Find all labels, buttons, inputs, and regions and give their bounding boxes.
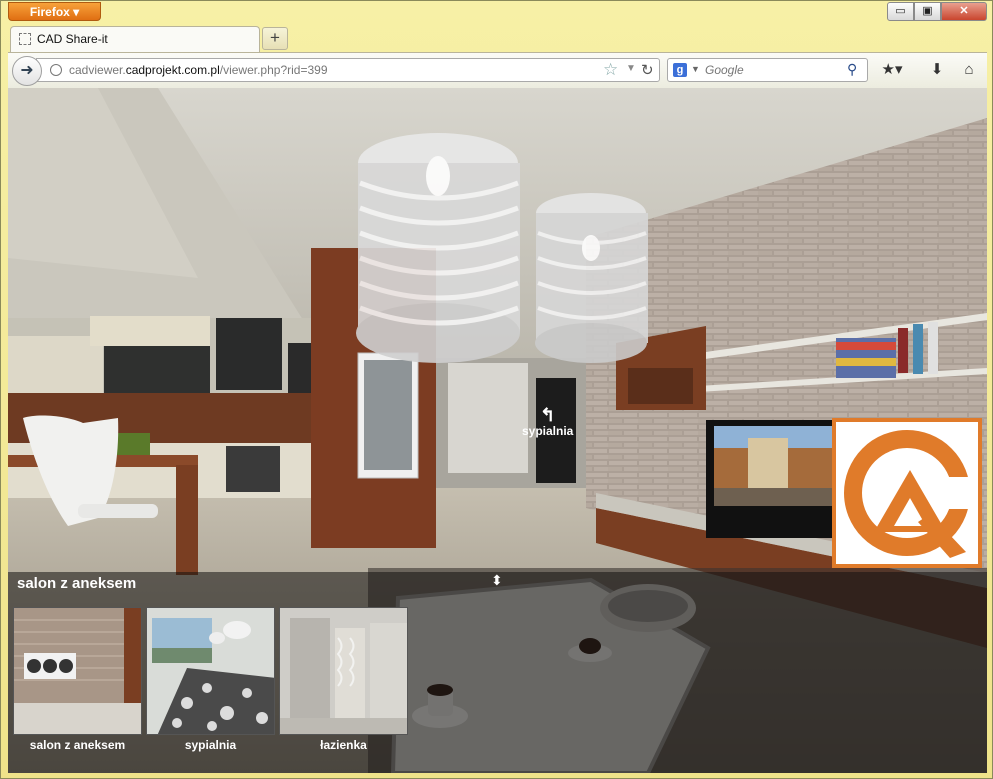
home-button[interactable]: ⌂ [958,58,980,82]
home-icon: ⌂ [964,61,974,78]
new-tab-button[interactable]: + [262,27,288,50]
navigation-toolbar: cadviewer.cadprojekt.com.pl/viewer.php?r… [8,52,987,88]
firefox-menu-button[interactable]: Firefox ▾ [8,2,101,21]
download-button[interactable]: ⬇ [926,58,948,82]
thumbnail-lazienka[interactable] [279,607,408,735]
magnifier-icon[interactable]: ⚲ [847,61,857,78]
panel-title: salon z aneksem [17,575,137,592]
url-bar[interactable]: cadviewer.cadprojekt.com.pl/viewer.php?r… [36,58,660,82]
url-text[interactable]: cadviewer.cadprojekt.com.pl/viewer.php?r… [69,63,328,77]
hotspot-label: sypialnia [522,424,574,438]
scene-thumbnail-panel: salon z aneksem ⬍ salon z aneksem sypial… [8,572,987,773]
download-icon: ⬇ [930,61,944,78]
bookmarks-button[interactable]: ★▾ [876,58,908,82]
chevron-down-icon[interactable]: ▼ [691,64,700,74]
close-button[interactable]: ✕ [941,2,987,21]
chevron-down-icon[interactable]: ▼ [626,63,636,74]
thumbnail-label: łazienka [320,738,367,752]
cad-logo-icon [844,430,977,558]
thumbnail-sypialnia[interactable] [146,607,275,735]
tab-active[interactable]: CAD Share-it [10,26,260,52]
globe-icon [50,64,62,76]
hotspot-sypialnia[interactable]: ↰ sypialnia [522,406,573,438]
star-icon[interactable]: ☆ [603,60,618,80]
page-icon [19,33,31,45]
browser-window: Firefox ▾ ▭ ▣ ✕ CAD Share-it + cadviewer… [0,0,993,779]
arrow-left-icon: ➜ [20,62,34,79]
thumbnail-label: sypialnia [184,738,237,752]
back-button[interactable]: ➜ [12,56,42,86]
resize-handle-icon[interactable]: ⬍ [491,572,503,589]
reload-icon[interactable]: ↻ [641,61,654,79]
bookmarks-icon: ★▾ [881,61,903,78]
maximize-button[interactable]: ▣ [914,2,941,21]
google-icon[interactable]: g [673,63,687,77]
thumbnail-label: salon z aneksem [29,738,126,752]
panorama-viewer[interactable]: ↰ sypialnia salon z aneksem ⬍ salon z an… [8,88,987,773]
search-input[interactable]: Google [705,63,744,77]
tab-title: CAD Share-it [37,32,108,46]
minimize-button[interactable]: ▭ [887,2,914,21]
cad-logo [832,418,982,568]
turn-arrow-icon: ↰ [540,405,556,425]
thumbnail-salon[interactable] [13,607,142,735]
search-bar[interactable]: g ▼ Google ⚲ [667,58,868,82]
